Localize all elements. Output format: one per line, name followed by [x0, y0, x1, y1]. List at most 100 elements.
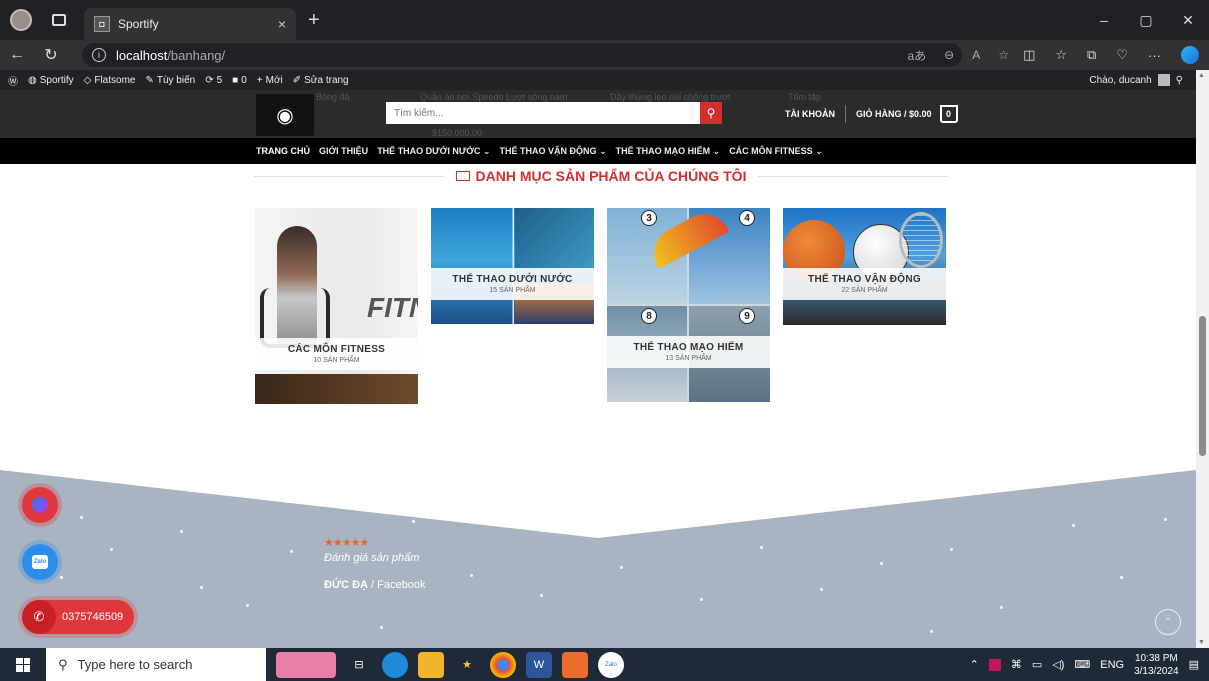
nav-label: TRANG CHỦ: [256, 146, 310, 156]
browser-essentials-icon[interactable]: ♡: [1116, 47, 1128, 63]
nav-item-about[interactable]: GIỚI THIỆU: [319, 146, 368, 156]
battery-icon[interactable]: ▭: [1032, 658, 1042, 671]
category-card-fitness[interactable]: FITN CÁC MÔN FITNESS 10 SẢN PHẨM: [255, 208, 418, 404]
wp-greeting[interactable]: Chào, ducanh: [1089, 75, 1151, 86]
chrome-icon[interactable]: [490, 651, 516, 678]
section-heading: DANH MỤC SẢN PHẨM CỦA CHÚNG TÔI: [254, 166, 949, 186]
read-aloud-icon[interactable]: aあ: [907, 47, 926, 64]
dashboard-icon: ◍: [28, 74, 37, 86]
tab-actions-icon[interactable]: [52, 14, 66, 26]
scroll-down-arrow-icon[interactable]: ▼: [1198, 639, 1205, 646]
snow-dot: [700, 598, 703, 601]
new-tab-button[interactable]: +: [308, 9, 320, 32]
messenger-button[interactable]: [22, 487, 58, 523]
wp-edit-link[interactable]: ✐ Sửa trang: [293, 75, 349, 86]
zalo-button[interactable]: Zalo: [22, 544, 58, 580]
author-name: ĐỨC ĐẠ: [324, 579, 368, 591]
start-button[interactable]: [0, 648, 46, 681]
collections-icon[interactable]: ⧉: [1087, 47, 1096, 63]
text-size-icon[interactable]: A: [972, 48, 980, 62]
site-info-icon[interactable]: i: [92, 48, 106, 62]
close-window-button[interactable]: ✕: [1167, 12, 1209, 29]
profile-avatar[interactable]: [10, 9, 32, 31]
tab-close-icon[interactable]: ×: [278, 16, 286, 32]
page-scrollbar[interactable]: ▲ ▼: [1196, 70, 1209, 648]
wp-new-link[interactable]: + Mới: [257, 75, 283, 86]
back-button[interactable]: ←: [0, 46, 34, 64]
split-screen-icon[interactable]: ◫: [1023, 47, 1035, 63]
task-view-icon[interactable]: ⊟: [346, 652, 372, 678]
restore-button[interactable]: ▢: [1125, 12, 1167, 29]
zoom-icon[interactable]: ⊖: [944, 48, 954, 62]
wp-customize-link[interactable]: ✎ Tùy biến: [145, 75, 195, 86]
search-button[interactable]: ⚲: [700, 102, 722, 124]
word-icon[interactable]: W: [526, 651, 552, 678]
wp-admin-bar: Ⓦ ◍ Sportify ◇ Flatsome ✎ Tùy biến ⟳ 5 ■ 0 + M…: [0, 70, 1209, 90]
snow-dot: [820, 588, 823, 591]
account-link[interactable]: TÀI KHOẢN: [785, 109, 835, 119]
category-label: THỂ THAO VẬN ĐỘNG 22 SẢN PHẨM: [783, 268, 946, 300]
antivirus-icon[interactable]: [988, 658, 1001, 671]
nav-item-motion-sports[interactable]: THỂ THAO VẬN ĐỘNG ⌄: [500, 146, 607, 157]
envelope-icon: [455, 171, 470, 181]
chevron-down-icon: ⌄: [599, 145, 607, 156]
category-card-motion-sports[interactable]: THỂ THAO VẬN ĐỘNG 22 SẢN PHẨM: [783, 208, 946, 325]
network-icon[interactable]: ⌘: [1011, 658, 1022, 671]
snow-dot: [290, 550, 293, 553]
wp-updates-link[interactable]: ⟳ 5: [205, 75, 222, 86]
url-field[interactable]: i localhost/banhang/: [82, 43, 962, 67]
search-input[interactable]: [386, 102, 700, 124]
favorites-icon[interactable]: ☆: [1055, 47, 1067, 63]
xampp-icon[interactable]: [562, 651, 588, 678]
category-card-water-sports[interactable]: THỂ THAO DƯỚI NƯỚC 15 SẢN PHẨM: [431, 208, 594, 324]
nav-item-home[interactable]: TRANG CHỦ: [256, 146, 310, 156]
language-indicator[interactable]: ENG: [1100, 659, 1124, 671]
cart-icon[interactable]: 0: [939, 105, 958, 123]
minimize-button[interactable]: –: [1083, 12, 1125, 28]
refresh-button[interactable]: ↻: [34, 45, 68, 65]
zalo-app-icon[interactable]: Zalo: [598, 651, 624, 678]
nav-item-fitness[interactable]: CÁC MÔN FITNESS ⌄: [729, 146, 823, 157]
phone-icon: ✆: [22, 600, 56, 634]
keyboard-icon[interactable]: ⌨: [1074, 658, 1090, 671]
section-title-text: DANH MỤC SẢN PHẨM CỦA CHÚNG TÔI: [475, 168, 747, 184]
notification-icon[interactable]: ▤: [1189, 658, 1199, 671]
tray-overflow-icon[interactable]: ⌃: [970, 658, 979, 671]
site-logo[interactable]: ◉: [256, 94, 314, 136]
nav-item-water-sports[interactable]: THỂ THAO DƯỚI NƯỚC ⌄: [377, 146, 490, 157]
wp-logo-icon[interactable]: Ⓦ: [8, 73, 18, 88]
phone-call-button[interactable]: ✆ 0375746509: [22, 600, 134, 634]
file-explorer-icon[interactable]: [418, 651, 444, 678]
system-tray: ⌃ ⌘ ▭ ◁) ⌨ ENG 10:38 PM 3/13/2024 ▤: [970, 648, 1209, 681]
category-name: THỂ THAO MẠO HIỂM: [633, 342, 744, 353]
copilot-icon[interactable]: [1181, 46, 1199, 64]
nav-item-extreme-sports[interactable]: THỂ THAO MẠO HIỂM ⌄: [616, 146, 721, 157]
scroll-up-arrow-icon[interactable]: ▲: [1198, 72, 1205, 79]
browser-toolbar-icons: ◫ ☆ ⧉ ♡ ···: [1023, 40, 1199, 70]
volume-icon[interactable]: ◁): [1052, 658, 1064, 671]
scroll-thumb[interactable]: [1199, 316, 1206, 456]
wp-search-icon[interactable]: ⚲: [1176, 75, 1183, 86]
clock[interactable]: 10:38 PM 3/13/2024: [1134, 652, 1179, 678]
snow-dot: [950, 548, 953, 551]
wp-flatsome-link[interactable]: ◇ Flatsome: [84, 75, 136, 86]
snow-dot: [1072, 524, 1075, 527]
browser-tab[interactable]: ◘ Sportify ×: [84, 8, 296, 40]
site-header: ◉ Bóng đá Quần áo bơi Speedo Lượt sóng n…: [0, 90, 1196, 138]
star-app-icon[interactable]: ★: [454, 652, 480, 678]
category-count: 15 SẢN PHẨM: [489, 287, 536, 294]
wp-comments-link[interactable]: ■ 0: [232, 75, 247, 86]
wp-flatsome-label: Flatsome: [94, 74, 136, 86]
wp-user-avatar[interactable]: [1157, 74, 1170, 86]
flamingo-news-icon[interactable]: [276, 651, 336, 678]
wp-site-link[interactable]: ◍ Sportify: [28, 75, 74, 86]
back-to-top-button[interactable]: ⌃: [1155, 609, 1181, 635]
category-count: 22 SẢN PHẨM: [841, 287, 888, 294]
favorite-star-icon[interactable]: ☆: [998, 48, 1009, 62]
taskbar-search[interactable]: ⚲ Type here to search: [46, 648, 266, 681]
more-menu-icon[interactable]: ···: [1148, 48, 1161, 63]
review-text: Đánh giá sản phẩm: [324, 552, 420, 564]
edge-browser-icon[interactable]: [382, 651, 408, 678]
category-card-extreme-sports[interactable]: 3 4 8 9 THỂ THAO MẠO HIỂM 13 SẢN PHẨM: [607, 208, 770, 402]
cart-link[interactable]: GIỎ HÀNG / $0.00: [856, 109, 932, 119]
